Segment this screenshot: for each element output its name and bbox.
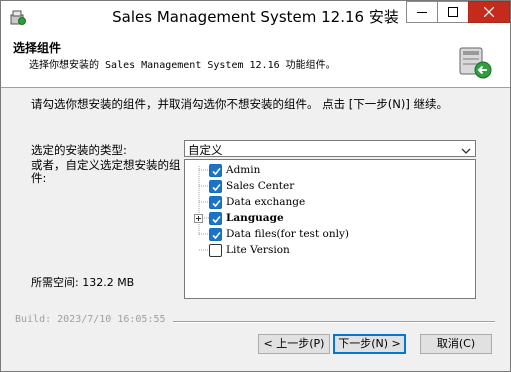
close-icon [484,7,494,17]
page-subtitle: 选择你想安装的 Sales Management System 12.16 功能… [29,60,336,71]
install-component-icon [454,42,494,80]
page-header: 选择组件 选择你想安装的 Sales Management System 12.… [1,32,510,88]
close-button[interactable] [468,1,510,23]
install-type-select[interactable]: 自定义 [184,140,476,157]
page-title: 选择组件 [13,41,62,55]
next-button[interactable]: 下一步(N) > [333,334,406,354]
components-tree[interactable]: Admin Sales Center Data exchange Language Da… [184,159,476,299]
back-button[interactable]: < 上一步(P) [258,334,330,354]
instruction-text: 请勾选你想安装的组件，并取消勾选你不想安装的组件。 点击 [下一步(N)] 继续… [31,97,449,111]
tree-expand-icon[interactable] [194,214,203,223]
component-label: Data files(for test only) [226,228,349,240]
component-label: Admin [226,164,261,176]
build-info: Build: 2023/7/10 16:05:55 [15,314,166,325]
maximize-button[interactable] [437,1,469,23]
component-label: Data exchange [226,196,306,208]
chevron-down-icon [461,144,471,158]
install-type-label: 选定的安装的类型: [31,143,127,157]
component-label: Language [226,212,284,224]
install-type-value: 自定义 [188,143,223,157]
installer-window: Sales Management System 12.16 安装 选择组件 选择… [0,0,511,372]
checkbox-checked-icon[interactable] [209,180,222,193]
checkbox-checked-icon[interactable] [209,164,222,177]
cancel-button[interactable]: 取消(C) [420,334,492,354]
checkbox-unchecked-icon[interactable] [209,244,222,257]
checkbox-checked-icon[interactable] [209,212,222,225]
space-required: 所需空间: 132.2 MB [31,276,135,289]
checkbox-checked-icon[interactable] [209,196,222,209]
custom-components-label: 或者，自定义选定想安装的组件: [31,158,181,185]
minimize-button[interactable] [406,1,438,23]
title-bar[interactable]: Sales Management System 12.16 安装 [1,1,510,32]
component-label: Lite Version [226,244,290,256]
separator [173,321,495,323]
component-label: Sales Center [226,180,295,192]
checkbox-checked-icon[interactable] [209,228,222,241]
